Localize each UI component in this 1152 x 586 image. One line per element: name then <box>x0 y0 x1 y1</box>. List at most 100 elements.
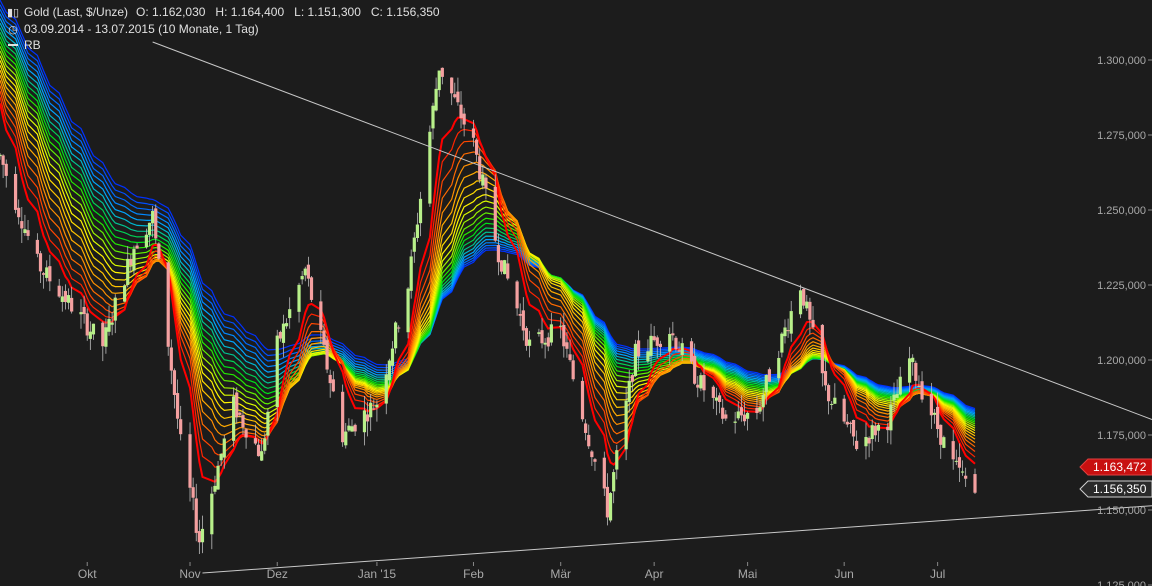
candle <box>194 483 198 542</box>
candle <box>721 398 725 424</box>
candle-body <box>524 328 529 346</box>
candle-body <box>459 104 463 119</box>
candle <box>169 339 173 385</box>
candle-body <box>496 245 501 263</box>
candle-body <box>453 94 457 98</box>
candle <box>303 266 307 282</box>
candle <box>4 159 8 188</box>
candle-body <box>362 410 367 433</box>
candle <box>66 288 71 310</box>
candle <box>590 450 594 466</box>
candle-body <box>540 330 544 344</box>
candle <box>867 436 871 458</box>
date-range: 03.09.2014 - 13.07.2015 (10 Monate, 1 Ta… <box>24 22 259 36</box>
candle-body <box>742 414 747 422</box>
candle <box>45 260 49 282</box>
candle <box>101 321 105 362</box>
candle-body <box>870 425 874 440</box>
candle <box>135 243 139 249</box>
candle <box>633 339 638 377</box>
candle-body <box>297 284 301 312</box>
candle <box>605 473 610 526</box>
candle-body <box>394 322 398 349</box>
candle-body <box>886 426 890 431</box>
candle-body <box>26 230 30 236</box>
candle-body <box>284 323 289 327</box>
candle <box>57 278 61 298</box>
candle <box>957 443 962 483</box>
candle <box>736 401 740 421</box>
candle <box>453 82 457 99</box>
y-tick-label: 1.300,000 <box>1097 55 1146 67</box>
candle-body <box>200 528 205 543</box>
candle-body <box>70 297 74 312</box>
candle-body <box>668 333 672 352</box>
candle-body <box>954 460 958 462</box>
candle <box>602 451 606 496</box>
candle-body <box>188 434 192 488</box>
candle-body <box>876 424 881 431</box>
candle <box>870 419 874 451</box>
candle-body <box>951 441 955 460</box>
candle-body <box>845 421 849 425</box>
candle-body <box>767 369 772 382</box>
candle-body <box>107 319 111 332</box>
candle <box>213 475 217 495</box>
x-axis: Okt Nov Dez Jan '15 Feb Mär Apr Mai Jun Jul <box>78 562 945 581</box>
candle-body <box>873 425 877 436</box>
candle-body <box>309 277 314 300</box>
candle-body <box>920 381 924 400</box>
candle <box>833 383 837 404</box>
candle <box>873 422 877 442</box>
candle-body <box>288 309 292 319</box>
candle <box>397 325 401 333</box>
candle-body <box>241 415 245 428</box>
candle-body <box>702 375 706 391</box>
candle <box>191 477 195 511</box>
ribbon-line-8 <box>0 64 976 434</box>
candle-body <box>384 374 388 404</box>
candle <box>459 91 463 129</box>
x-tick-label: Jul <box>930 567 945 581</box>
candle <box>537 328 541 337</box>
candle <box>126 246 130 288</box>
candle-body <box>440 67 444 77</box>
candle <box>954 449 958 466</box>
candle-body <box>222 438 226 458</box>
candle-body <box>20 221 24 229</box>
candle <box>571 354 575 382</box>
candle-body <box>851 420 856 437</box>
candle-body <box>907 358 912 383</box>
candle <box>699 372 703 392</box>
ribbon-line-20 <box>0 8 976 412</box>
candle-body <box>848 422 852 424</box>
candle <box>864 422 868 460</box>
candle-body <box>499 260 504 272</box>
candle <box>820 324 824 387</box>
candle-body <box>144 234 149 248</box>
candle <box>612 469 616 504</box>
candle-body <box>456 91 460 103</box>
candle <box>440 67 444 85</box>
candle <box>503 259 507 275</box>
y-tick-label: 1.225,000 <box>1097 280 1146 292</box>
candle <box>939 424 943 459</box>
candle-body <box>696 384 700 388</box>
candle-body <box>721 407 725 419</box>
candle-body <box>543 342 547 345</box>
candle <box>608 492 613 523</box>
candle <box>281 314 286 358</box>
candle <box>70 286 74 314</box>
candle <box>20 206 24 243</box>
candle <box>415 212 420 242</box>
candle <box>876 422 881 442</box>
candle <box>412 232 416 263</box>
candle-body <box>484 177 488 189</box>
trendlines-layer <box>152 41 1152 574</box>
y-tick-label: 1.125,000 <box>1097 580 1146 586</box>
instrument-title: Gold (Last, $/Unze) <box>24 5 129 19</box>
candle-body <box>13 173 18 210</box>
candle <box>515 280 519 316</box>
candle <box>91 323 96 340</box>
candle <box>724 410 728 421</box>
